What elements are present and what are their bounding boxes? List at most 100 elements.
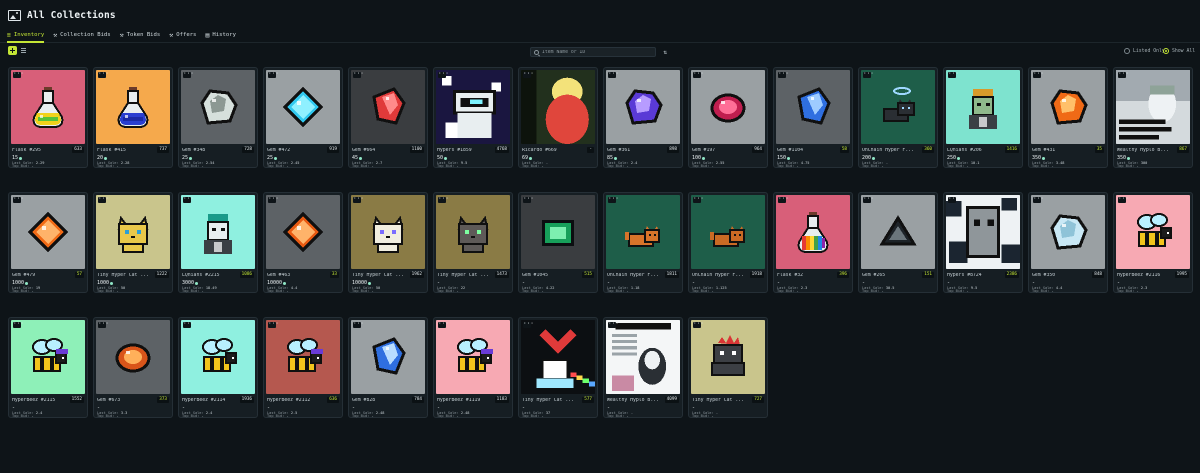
more-options-button[interactable]: ···: [268, 321, 279, 328]
nft-card[interactable]: ··· Gem #479 57 1000 Last Sale: 19 Top Bid: -: [8, 192, 88, 293]
nft-thumbnail[interactable]: ···: [606, 320, 680, 394]
nft-thumbnail[interactable]: ···: [776, 195, 850, 269]
more-options-button[interactable]: ···: [523, 196, 534, 203]
more-options-button[interactable]: ···: [523, 321, 534, 328]
more-options-button[interactable]: ···: [1118, 71, 1129, 78]
nft-thumbnail[interactable]: ···: [266, 320, 340, 394]
sort-button[interactable]: ⇅: [660, 47, 670, 57]
nft-thumbnail[interactable]: ···: [11, 195, 85, 269]
nft-thumbnail[interactable]: ···: [96, 70, 170, 144]
more-options-button[interactable]: ···: [608, 71, 619, 78]
more-options-button[interactable]: ···: [608, 321, 619, 328]
nft-card[interactable]: ··· LQnians #206 1416 250 Last Sale: 10.1 Top…: [943, 67, 1023, 168]
more-options-button[interactable]: ···: [523, 71, 534, 78]
tab-offers[interactable]: ⚒ Offers: [169, 30, 196, 40]
nft-thumbnail[interactable]: ···: [96, 195, 170, 269]
more-options-button[interactable]: ···: [353, 321, 364, 328]
more-options-button[interactable]: ···: [268, 196, 279, 203]
nft-card[interactable]: ··· Flask #415 737 20 Last Sale: 2.28 Top Bid…: [93, 67, 173, 168]
nft-thumbnail[interactable]: ···: [1031, 195, 1105, 269]
more-options-button[interactable]: ···: [948, 71, 959, 78]
more-options-button[interactable]: ···: [693, 321, 704, 328]
nft-card[interactable]: ··· Gem #361 898 85 Last Sale: 2.4 Top Bid: -: [603, 67, 683, 168]
nft-thumbnail[interactable]: ···: [691, 70, 765, 144]
radio-show-all[interactable]: [1163, 48, 1169, 54]
nft-card[interactable]: ··· Tiny Hyper Cat ... 1962 10000 Last Sale:…: [348, 192, 428, 293]
more-options-button[interactable]: ···: [863, 196, 874, 203]
more-options-button[interactable]: ···: [438, 196, 449, 203]
nft-thumbnail[interactable]: ···: [436, 70, 510, 144]
nft-card[interactable]: ··· Gem #472 919 25 Last Sale: 2.45 Top Bid: …: [263, 67, 343, 168]
more-options-button[interactable]: ···: [778, 71, 789, 78]
nft-thumbnail[interactable]: ···: [946, 195, 1020, 269]
nft-thumbnail[interactable]: ···: [266, 195, 340, 269]
nft-thumbnail[interactable]: ···: [521, 320, 595, 394]
grid-view-button[interactable]: [8, 46, 17, 55]
nft-card[interactable]: ··· OnChain Hyper F... 360 200 Last Sale: -T…: [858, 67, 938, 168]
more-options-button[interactable]: ···: [778, 196, 789, 203]
nft-thumbnail[interactable]: ···: [1031, 70, 1105, 144]
more-options-button[interactable]: ···: [608, 196, 619, 203]
more-options-button[interactable]: ···: [1033, 71, 1044, 78]
nft-card[interactable]: ··· Tiny Hyper Cat ... 1222 1000 Last Sale: …: [93, 192, 173, 293]
more-options-button[interactable]: ···: [693, 71, 704, 78]
nft-thumbnail[interactable]: ···: [351, 70, 425, 144]
nft-thumbnail[interactable]: ···: [691, 195, 765, 269]
nft-card[interactable]: ··· Flask #32 396- Last Sale: 2.3 Top Bid: -: [773, 192, 853, 293]
more-options-button[interactable]: ···: [438, 321, 449, 328]
nft-card[interactable]: ··· Gem #431 35 350 Last Sale: 3.48 Top Bid: …: [1028, 67, 1108, 168]
nft-card[interactable]: ··· Gem #265 151- Last Sale: 30.5 Top Bid: -: [858, 192, 938, 293]
filter-listed-only[interactable]: Listed Only: [1124, 48, 1165, 54]
more-options-button[interactable]: ···: [13, 196, 24, 203]
tab-inventory[interactable]: ≡ Inventory: [7, 30, 44, 40]
nft-card[interactable]: ··· HyperBeez #2116 1995- Last Sale: 2.3 Top…: [1113, 192, 1193, 293]
nft-thumbnail[interactable]: ···: [436, 195, 510, 269]
more-options-button[interactable]: ···: [1033, 196, 1044, 203]
more-options-button[interactable]: ···: [183, 321, 194, 328]
nft-thumbnail[interactable]: ···: [96, 320, 170, 394]
more-options-button[interactable]: ···: [353, 71, 364, 78]
more-options-button[interactable]: ···: [268, 71, 279, 78]
nft-card[interactable]: ··· Gem #1045 515- Last Sale: 4.22 Top Bid: …: [518, 192, 598, 293]
nft-card[interactable]: ··· LQnians #2215 1086 3000 Last Sale: 18.49…: [178, 192, 258, 293]
nft-thumbnail[interactable]: ···: [436, 320, 510, 394]
nft-card[interactable]: ··· Gem #348 728 25 Last Sale: 2.54 Top Bid: …: [178, 67, 258, 168]
nft-card[interactable]: ··· Tiny Hyper Cat ... 577- Last Sale: 37 To…: [518, 317, 598, 418]
tab-token-bids[interactable]: ⚒ Token Bids: [120, 30, 161, 40]
nft-card[interactable]: ··· Wealthy Hyplo B... 4099- Last Sale: - To…: [603, 317, 683, 418]
nft-card[interactable]: ··· Hypers #8724 2386- Last Sale: 9.5 Top Bi…: [943, 192, 1023, 293]
nft-card[interactable]: ··· HyperBeez #2112 636- Last Sale: 2.5 Top …: [263, 317, 343, 418]
nft-thumbnail[interactable]: ···: [521, 70, 595, 144]
more-options-button[interactable]: ···: [13, 71, 24, 78]
nft-thumbnail[interactable]: ···: [351, 195, 425, 269]
nft-thumbnail[interactable]: ···: [946, 70, 1020, 144]
nft-card[interactable]: ··· Tiny Hyper Cat ... 727- Last Sale: - Top…: [688, 317, 768, 418]
more-options-button[interactable]: ···: [863, 71, 874, 78]
nft-thumbnail[interactable]: ···: [1116, 70, 1190, 144]
nft-card[interactable]: ··· Wealthy Hyplo B... 867 350 Last Sale: 30…: [1113, 67, 1193, 168]
tab-history[interactable]: ▤ History: [205, 30, 236, 40]
nft-thumbnail[interactable]: ···: [606, 70, 680, 144]
more-options-button[interactable]: ···: [183, 71, 194, 78]
more-options-button[interactable]: ···: [98, 321, 109, 328]
more-options-button[interactable]: ···: [98, 71, 109, 78]
nft-thumbnail[interactable]: ···: [181, 195, 255, 269]
nft-thumbnail[interactable]: ···: [861, 70, 935, 144]
nft-thumbnail[interactable]: ···: [181, 70, 255, 144]
radio-listed-only[interactable]: [1124, 48, 1130, 54]
more-options-button[interactable]: ···: [948, 196, 959, 203]
nft-card[interactable]: ··· OnChain Hyper F... 1918- Last Sale: 1.1…: [688, 192, 768, 293]
nft-card[interactable]: ··· Gem #350 848- Last Sale: 4.4 Top Bid: -: [1028, 192, 1108, 293]
nft-thumbnail[interactable]: ···: [181, 320, 255, 394]
nft-thumbnail[interactable]: ···: [11, 70, 85, 144]
nft-card[interactable]: ··· HyperBeez #1119 1183- Last Sale: 2.48 To…: [433, 317, 513, 418]
nft-card[interactable]: ··· Ricardo #669-69 Last Sale: - Top Bid: -: [518, 67, 598, 168]
nft-thumbnail[interactable]: ···: [691, 320, 765, 394]
nft-card[interactable]: ··· Gem #673 373- Last Sale: 3.3 Top Bid: -: [93, 317, 173, 418]
more-options-button[interactable]: ···: [353, 196, 364, 203]
nft-thumbnail[interactable]: ···: [1116, 195, 1190, 269]
nft-card[interactable]: ··· HyperBeez #2114 1936- Last Sale: 2.4 Top…: [178, 317, 258, 418]
nft-card[interactable]: ··· HyperBeez #2115 1552- Last Sale: 2.4 Top…: [8, 317, 88, 418]
nft-card[interactable]: ··· Gem #197 964 100 Last Sale: 2.55 Top Bid:…: [688, 67, 768, 168]
nft-thumbnail[interactable]: ···: [521, 195, 595, 269]
